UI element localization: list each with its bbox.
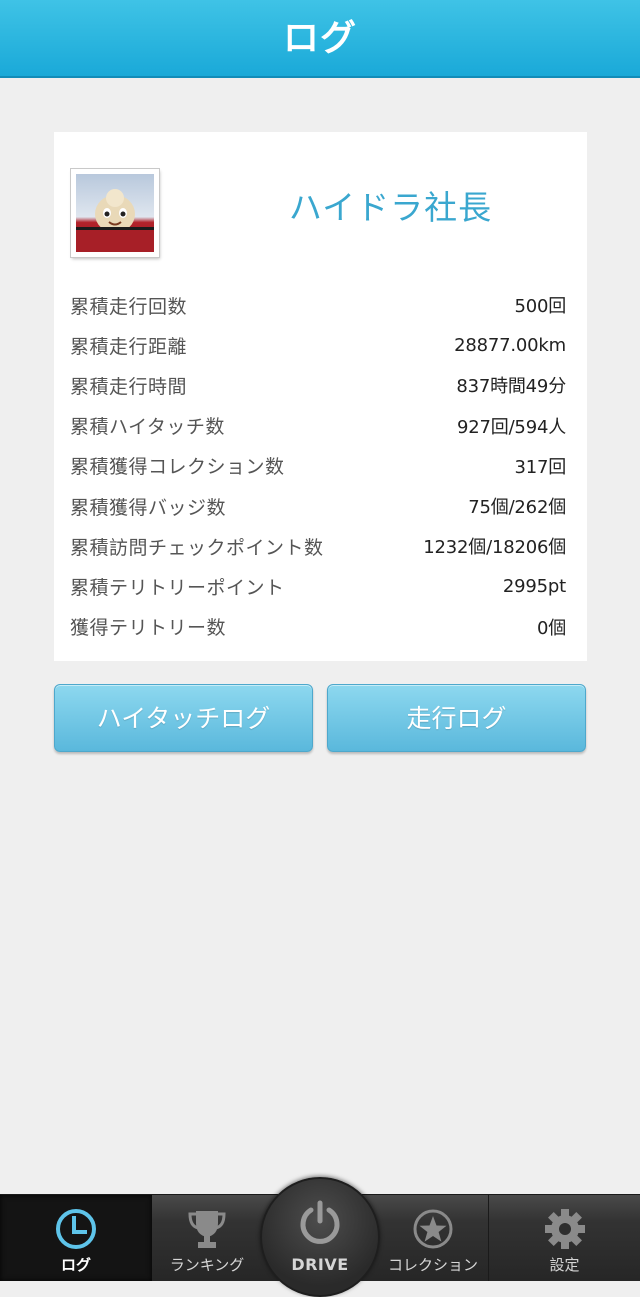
stat-value: 317回 bbox=[514, 456, 566, 478]
hightouch-log-button[interactable]: ハイタッチログ bbox=[54, 684, 313, 752]
stat-label: 累積獲得バッジ数 bbox=[70, 496, 227, 519]
drive-button[interactable]: DRIVE bbox=[260, 1177, 380, 1297]
stat-label: 獲得テリトリー数 bbox=[70, 617, 227, 640]
stat-row-total-collections: 累積獲得コレクション数 317回 bbox=[70, 446, 566, 486]
tab-label: ログ bbox=[60, 1256, 91, 1274]
app-header: ログ bbox=[0, 0, 640, 78]
tab-label: コレクション bbox=[387, 1256, 478, 1274]
stat-value: 28877.00km bbox=[454, 334, 566, 356]
stat-row-total-hightouch: 累積ハイタッチ数 927回/594人 bbox=[70, 406, 566, 446]
avatar-photo bbox=[76, 174, 154, 252]
stat-row-total-time: 累積走行時間 837時間49分 bbox=[70, 365, 566, 405]
stat-label: 累積テリトリーポイント bbox=[70, 576, 285, 599]
drive-log-button[interactable]: 走行ログ bbox=[327, 684, 586, 752]
clock-icon bbox=[54, 1207, 98, 1255]
tab-label: 設定 bbox=[549, 1256, 580, 1274]
drive-label: DRIVE bbox=[291, 1255, 349, 1274]
page-title: ログ bbox=[282, 18, 357, 59]
stats-list: 累積走行回数 500回 累積走行距離 28877.00km 累積走行時間 837… bbox=[70, 285, 566, 647]
stat-value: 500回 bbox=[514, 296, 566, 318]
stat-row-territories: 獲得テリトリー数 0個 bbox=[70, 607, 566, 647]
stat-label: 累積走行回数 bbox=[70, 295, 188, 318]
tab-settings[interactable]: 設定 bbox=[488, 1195, 640, 1281]
stat-value: 1232個/18206個 bbox=[423, 537, 566, 559]
tab-collection[interactable]: コレクション bbox=[378, 1195, 488, 1281]
tab-label: ランキング bbox=[169, 1256, 245, 1274]
stat-value: 75個/262個 bbox=[468, 497, 566, 519]
stat-label: 累積訪問チェックポイント数 bbox=[70, 536, 324, 559]
profile-card: ハイドラ社長 累積走行回数 500回 累積走行距離 28877.00km 累積走… bbox=[54, 132, 587, 661]
stat-label: 累積ハイタッチ数 bbox=[70, 416, 225, 439]
stat-row-total-badges: 累積獲得バッジ数 75個/262個 bbox=[70, 486, 566, 526]
tab-ranking[interactable]: ランキング bbox=[152, 1195, 262, 1281]
avatar bbox=[71, 169, 159, 257]
stat-row-total-checkpoints: 累積訪問チェックポイント数 1232個/18206個 bbox=[70, 526, 566, 566]
tab-log[interactable]: ログ bbox=[0, 1195, 152, 1281]
stat-value: 837時間49分 bbox=[456, 376, 566, 398]
trophy-icon bbox=[187, 1207, 227, 1255]
stat-row-territory-points: 累積テリトリーポイント 2995pt bbox=[70, 566, 566, 606]
stat-row-total-distance: 累積走行距離 28877.00km bbox=[70, 325, 566, 365]
stat-label: 累積走行距離 bbox=[70, 335, 188, 358]
stat-value: 2995pt bbox=[502, 575, 566, 597]
power-icon bbox=[296, 1199, 344, 1251]
stat-label: 累積獲得コレクション数 bbox=[70, 456, 285, 479]
star-icon bbox=[411, 1207, 455, 1255]
stat-row-total-drives: 累積走行回数 500回 bbox=[70, 285, 566, 325]
stat-value: 927回/594人 bbox=[457, 416, 566, 438]
user-name: ハイドラ社長 bbox=[288, 188, 493, 227]
stat-label: 累積走行時間 bbox=[70, 375, 188, 398]
stat-value: 0個 bbox=[536, 617, 566, 639]
gear-icon bbox=[543, 1207, 587, 1255]
